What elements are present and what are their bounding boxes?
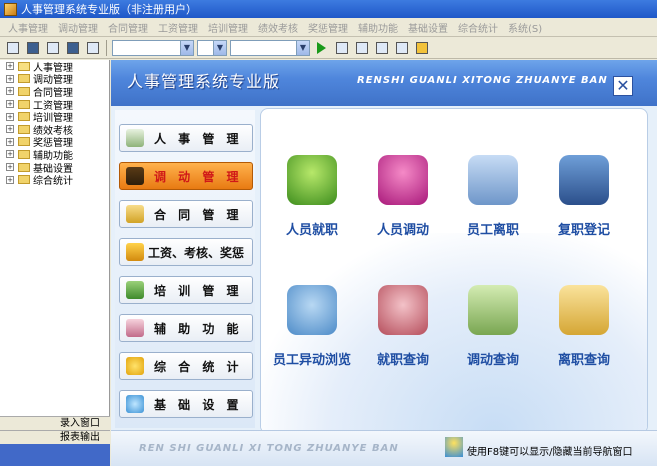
- tool-icon-5[interactable]: [84, 39, 101, 56]
- star-icon: [126, 357, 144, 375]
- menu-item-auxiliary[interactable]: 辅助功能: [353, 20, 403, 35]
- folder-icon: [18, 86, 30, 96]
- function-panel: 人员就职 人员调动 员工离职 复职登记 员工异动浏览 就职查询 调动查询 离职查…: [260, 108, 648, 434]
- tool-icon-3[interactable]: [44, 39, 61, 56]
- person-transfer-icon: [378, 155, 428, 205]
- tile-hire-query[interactable]: 就职查询: [358, 285, 448, 368]
- folder-icon: [18, 149, 30, 159]
- banner: 人事管理系统专业版 RENSHI GUANLI XITONG ZHUANYE B…: [111, 60, 657, 106]
- status-bar: REN SHI GUANLI XI TONG ZHUANYE BAN 使用F8键…: [111, 430, 657, 466]
- person-join-icon: [287, 155, 337, 205]
- filter-combo-2[interactable]: ▼: [197, 39, 227, 56]
- id-card-icon: [126, 129, 144, 147]
- close-button[interactable]: ✕: [613, 76, 633, 96]
- tile-transfer[interactable]: 人员调动: [358, 155, 448, 238]
- monitor-icon: [126, 167, 144, 185]
- menu-item-transfer[interactable]: 调动管理: [53, 20, 103, 35]
- menu-item-statistics[interactable]: 综合统计: [453, 20, 503, 35]
- nav-statistics-button[interactable]: 综 合 统 计: [119, 352, 253, 380]
- nav-training-button[interactable]: 培 训 管 理: [119, 276, 253, 304]
- search-person-icon[interactable]: [333, 39, 350, 56]
- tree-item-statistics[interactable]: + 综合统计: [0, 173, 109, 187]
- tile-resign[interactable]: 员工离职: [448, 155, 538, 238]
- navigation-tree: + 人事管理 + 调动管理 + 合同管理 + 工资管理 + 培训管理 + 绩效考核 + 奖惩管…: [0, 60, 110, 416]
- menu-item-system[interactable]: 系统(S): [503, 20, 547, 35]
- people-group-icon: [287, 285, 337, 335]
- toolbar-separator: [106, 39, 107, 56]
- tile-resign-query[interactable]: 离职查询: [539, 285, 629, 368]
- folder-icon: [18, 175, 30, 185]
- document-icon: [126, 205, 144, 223]
- tile-transfer-query[interactable]: 调动查询: [448, 285, 538, 368]
- report-output-tab[interactable]: 报表输出: [0, 430, 110, 444]
- tool-icon-4[interactable]: [64, 39, 81, 56]
- f8-hint-text: 使用F8键可以显示/隐藏当前导航窗口: [467, 447, 633, 458]
- menu-item-basic-settings[interactable]: 基础设置: [403, 20, 453, 35]
- nav-contract-button[interactable]: 合 同 管 理: [119, 200, 253, 228]
- nav-auxiliary-button[interactable]: 辅 助 功 能: [119, 314, 253, 342]
- folder-icon: [18, 124, 30, 134]
- pencil-icon[interactable]: [413, 39, 430, 56]
- filter-combo-1[interactable]: ▼: [112, 39, 194, 56]
- menu-item-performance[interactable]: 绩效考核: [253, 20, 303, 35]
- settings-star-icon: [126, 395, 144, 413]
- folder-icon: [18, 99, 30, 109]
- menu-item-rewards[interactable]: 奖惩管理: [303, 20, 353, 35]
- menu-bar: 人事管理 调动管理 合同管理 工资管理 培训管理 绩效考核 奖惩管理 辅助功能 …: [0, 18, 657, 37]
- folder-icon: [18, 112, 30, 122]
- exit-folder-icon: [468, 155, 518, 205]
- coins-icon: [126, 243, 144, 261]
- book-icon: [126, 319, 144, 337]
- tile-rehire[interactable]: 复职登记: [539, 155, 629, 238]
- tile-change-browse[interactable]: 员工异动浏览: [267, 285, 357, 368]
- menu-item-salary[interactable]: 工资管理: [153, 20, 203, 35]
- search-user-icon[interactable]: [353, 39, 370, 56]
- entry-window-tab[interactable]: 录入窗口: [0, 416, 110, 430]
- nav-basic-settings-button[interactable]: 基 础 设 置: [119, 390, 253, 418]
- nav-salary-button[interactable]: 工资、考核、奖惩: [119, 238, 253, 266]
- search-doc-icon[interactable]: [373, 39, 390, 56]
- menu-item-personnel[interactable]: 人事管理: [3, 20, 53, 35]
- folder-open-icon: [18, 61, 30, 71]
- window-titlebar: 人事管理系统专业版（非注册用户）: [0, 0, 657, 18]
- register-folder-icon: [559, 155, 609, 205]
- menu-item-contract[interactable]: 合同管理: [103, 20, 153, 35]
- folder-magnifier-icon: [559, 285, 609, 335]
- footer-watermark-text: REN SHI GUANLI XI TONG ZHUANYE BAN: [139, 443, 399, 454]
- refresh-icon[interactable]: [393, 39, 410, 56]
- tile-hire[interactable]: 人员就职: [267, 155, 357, 238]
- toolbar: ▼ ▼ ▼: [0, 37, 657, 59]
- app-icon: [4, 2, 17, 16]
- folder-search-icon: [468, 285, 518, 335]
- person-search-icon: [378, 285, 428, 335]
- left-panel-footer: [0, 444, 110, 466]
- folder-icon: [18, 162, 30, 172]
- folder-icon: [18, 137, 30, 147]
- menu-item-training[interactable]: 培训管理: [203, 20, 253, 35]
- lightbulb-user-icon: [445, 437, 463, 457]
- tool-icon-2[interactable]: [24, 39, 41, 56]
- nav-personnel-button[interactable]: 人 事 管 理: [119, 124, 253, 152]
- module-nav: 人 事 管 理 调 动 管 理 合 同 管 理 工资、考核、奖惩 培 训 管 理…: [115, 110, 255, 428]
- folder-icon: [18, 74, 30, 84]
- run-query-icon[interactable]: [317, 41, 326, 54]
- tool-icon-1[interactable]: [4, 39, 21, 56]
- nav-transfer-button[interactable]: 调 动 管 理: [119, 162, 253, 190]
- main-panel: 人事管理系统专业版 RENSHI GUANLI XITONG ZHUANYE B…: [111, 60, 657, 466]
- banner-title: 人事管理系统专业版: [127, 72, 281, 91]
- window-title: 人事管理系统专业版（非注册用户）: [21, 3, 197, 16]
- banner-subtitle: RENSHI GUANLI XITONG ZHUANYE BAN: [357, 75, 608, 86]
- filter-combo-3[interactable]: ▼: [230, 39, 310, 56]
- people-icon: [126, 281, 144, 299]
